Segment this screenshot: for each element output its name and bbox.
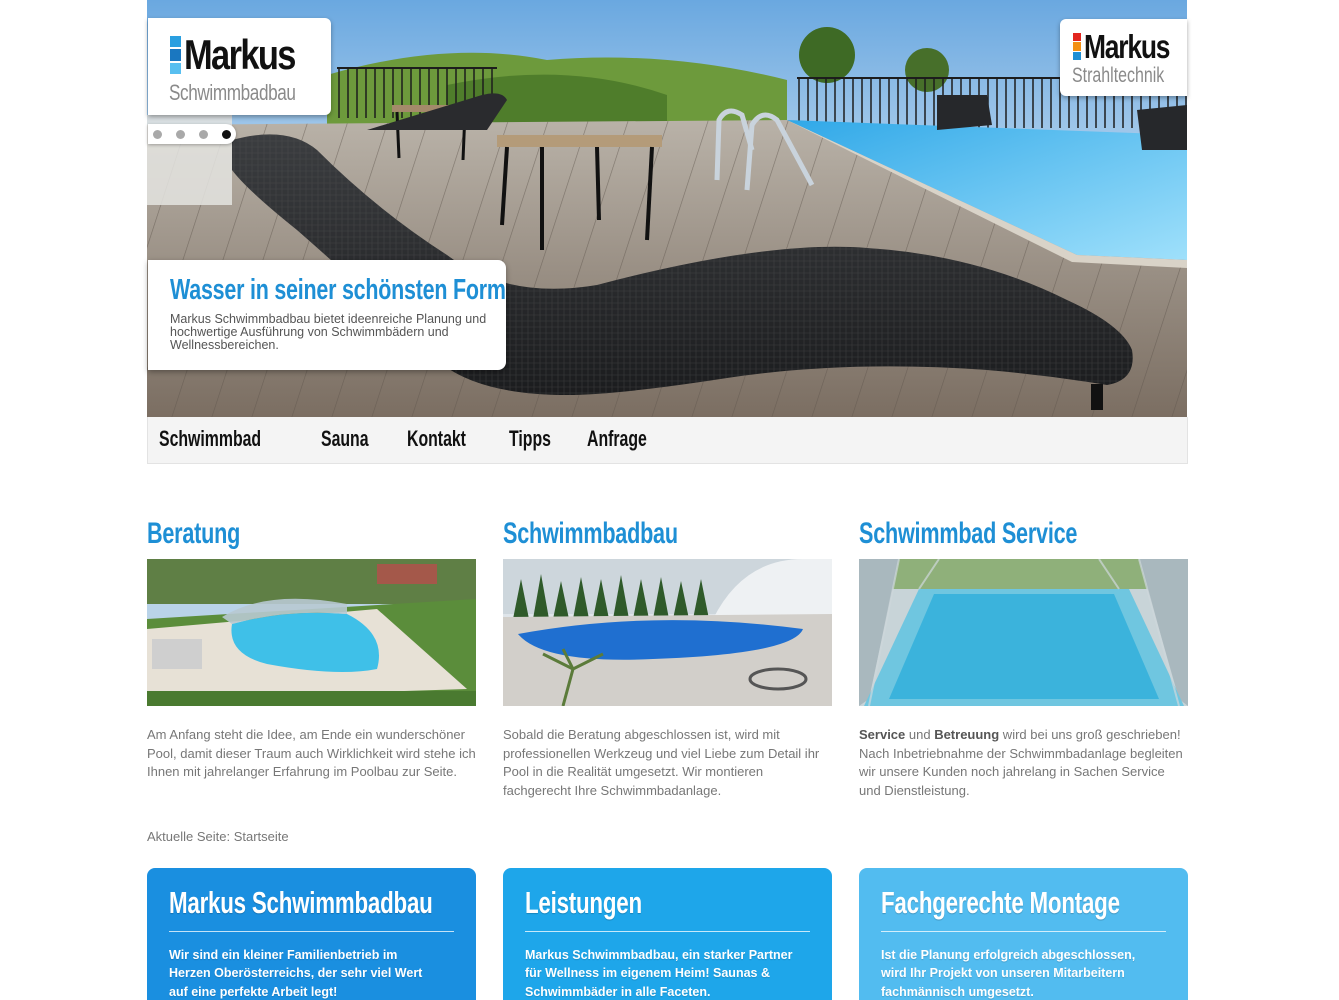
logo-mark-icon — [170, 36, 181, 74]
feature-image[interactable] — [859, 559, 1188, 706]
feature-schwimmbadbau: Schwimmbadbau Sobald die Beratung abgesc… — [503, 517, 833, 800]
info-box-fachgerechte-montage: Fachgerechte Montage Ist die Planung erf… — [859, 868, 1188, 1000]
info-box-markus-schwimmbadbau: Markus Schwimmbadbau Wir sind ein kleine… — [147, 868, 476, 1000]
logo-subtitle: Schwimmbadbau — [169, 80, 296, 105]
breadcrumb: Aktuelle Seite: Startseite — [147, 829, 289, 844]
nav-item-anfrage[interactable]: Anfrage — [587, 426, 647, 452]
partner-logo-name: Markus — [1084, 28, 1170, 65]
feature-title[interactable]: Beratung — [147, 517, 385, 557]
nav-item-kontakt[interactable]: Kontakt — [407, 426, 466, 452]
feature-text-bold: Betreuung — [934, 727, 1000, 742]
info-box-text: Markus Schwimmbadbau, ein starker Partne… — [525, 948, 793, 999]
info-box-text: Ist die Planung erfolgreich abgeschlosse… — [881, 948, 1136, 999]
brand-logo[interactable]: Markus Schwimmbadbau — [148, 18, 331, 115]
nav-item-tipps[interactable]: Tipps — [509, 426, 551, 452]
feature-title[interactable]: Schwimmbad Service — [859, 517, 1097, 557]
feature-text: Am Anfang steht die Idee, am Ende ein wu… — [147, 727, 476, 779]
slider-dot[interactable] — [199, 129, 208, 139]
info-box-divider — [881, 931, 1166, 932]
info-box-title[interactable]: Leistungen — [525, 885, 730, 925]
slider-dot[interactable] — [153, 129, 162, 139]
logo-name: Markus — [184, 31, 296, 78]
feature-title[interactable]: Schwimmbadbau — [503, 517, 741, 557]
feature-text-bold: Service — [859, 727, 906, 742]
info-box-text: Wir sind ein kleiner Familienbetrieb im … — [169, 948, 423, 999]
feature-text: Sobald die Beratung abgeschlossen ist, w… — [503, 727, 820, 798]
partner-logo[interactable]: Markus Strahltechnik — [1060, 19, 1187, 96]
partner-logo-subtitle: Strahltechnik — [1072, 64, 1165, 87]
slider-dot[interactable] — [222, 129, 231, 139]
feature-beratung: Beratung Am Anfang steht die Idee, am En… — [147, 517, 477, 782]
info-box-divider — [525, 931, 810, 932]
feature-text: Service und Betreuung wird bei uns groß … — [859, 726, 1189, 800]
feature-image[interactable] — [503, 559, 832, 706]
feature-schwimmbad-service: Schwimmbad Service Service und Betreuung… — [859, 517, 1189, 800]
info-box-title[interactable]: Fachgerechte Montage — [881, 885, 1120, 925]
info-box-title[interactable]: Markus Schwimmbadbau — [169, 885, 433, 925]
slider-pagination — [148, 124, 236, 144]
slider-dot[interactable] — [176, 129, 185, 139]
nav-item-schwimmbad[interactable]: Schwimmbad — [159, 426, 261, 452]
feature-text-part: und — [905, 727, 935, 742]
info-box-divider — [169, 931, 454, 932]
feature-image[interactable] — [147, 559, 476, 706]
nav-item-sauna[interactable]: Sauna — [321, 426, 369, 452]
slider-caption-title: Wasser in seiner schönsten Form — [170, 274, 506, 306]
info-box-leistungen: Leistungen Markus Schwimmbadbau, ein sta… — [503, 868, 832, 1000]
partner-logo-mark-icon — [1073, 33, 1081, 60]
slider-caption-text: Markus Schwimmbadbau bietet ideenreiche … — [170, 312, 487, 352]
slider-caption: Wasser in seiner schönsten Form Markus S… — [148, 260, 506, 370]
main-navigation: Schwimmbad Sauna Kontakt Tipps Anfrage — [147, 417, 1188, 464]
